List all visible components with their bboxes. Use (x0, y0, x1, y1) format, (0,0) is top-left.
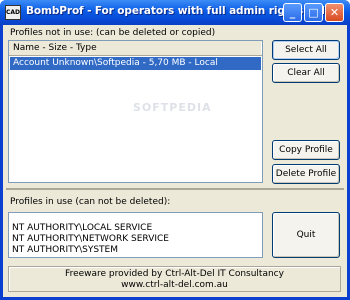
softpedia-watermark: SOFTPEDIA (133, 101, 212, 114)
minimize-button[interactable]: _ (283, 3, 302, 22)
close-button[interactable]: ✕ (325, 3, 344, 22)
list-item[interactable]: Account Unknown\Softpedia - 5,70 MB - Lo… (10, 57, 261, 70)
footer-website-link[interactable]: www.ctrl-alt-del.com.au (9, 280, 340, 290)
title-bar[interactable]: CAD BombProf - For operators with full a… (0, 0, 350, 25)
column-header-name-size-type[interactable]: Name - Size - Type (9, 41, 262, 56)
clear-all-button[interactable]: Clear All (272, 63, 340, 83)
profiles-not-in-use-list[interactable]: Name - Size - Type Account Unknown\Softp… (8, 40, 263, 183)
quit-button[interactable]: Quit (272, 212, 340, 258)
section-divider (6, 188, 344, 190)
footer-panel: Freeware provided by Ctrl-Alt-Del IT Con… (8, 266, 341, 292)
maximize-button[interactable]: □ (304, 3, 323, 22)
delete-profile-button[interactable]: Delete Profile (272, 164, 340, 184)
app-icon: CAD (5, 5, 21, 20)
not-in-use-label: Profiles not in use: (can be deleted or … (10, 28, 216, 38)
copy-profile-button[interactable]: Copy Profile (272, 140, 340, 160)
in-use-label: Profiles in use (can not be deleted): (10, 197, 171, 207)
footer-credit: Freeware provided by Ctrl-Alt-Del IT Con… (65, 269, 284, 279)
profiles-in-use-list[interactable]: NT AUTHORITY\LOCAL SERVICE NT AUTHORITY\… (8, 212, 263, 258)
select-all-button[interactable]: Select All (272, 40, 340, 60)
list-item: NT AUTHORITY\NETWORK SERVICE (12, 234, 169, 244)
list-item: NT AUTHORITY\LOCAL SERVICE (12, 223, 153, 233)
main-window: CAD BombProf - For operators with full a… (0, 0, 350, 300)
list-item: NT AUTHORITY\SYSTEM (12, 245, 118, 255)
